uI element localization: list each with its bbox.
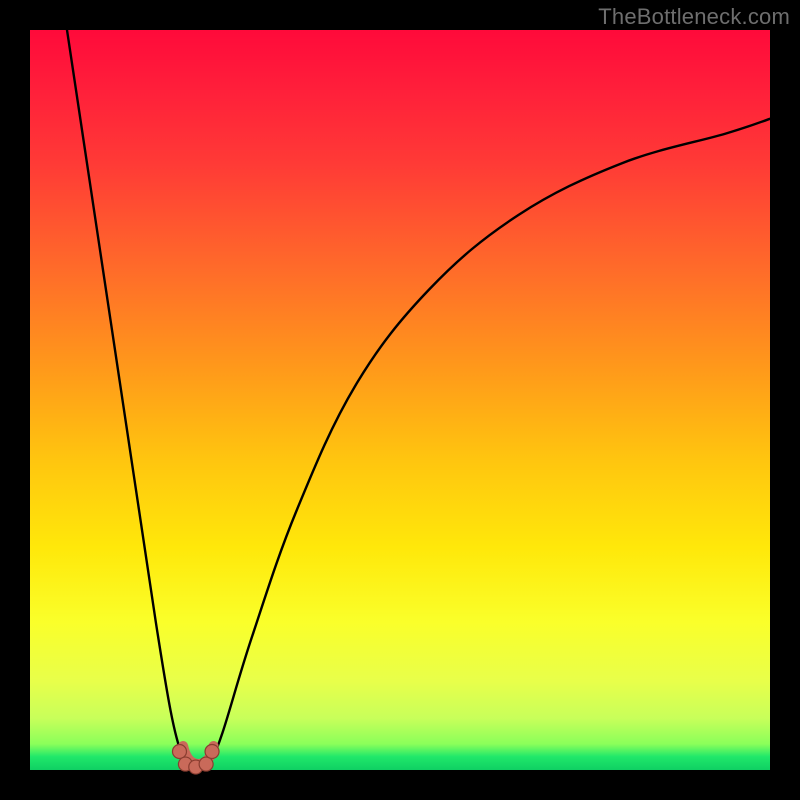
watermark-text: TheBottleneck.com [598, 4, 790, 30]
outer-frame: TheBottleneck.com [0, 0, 800, 800]
marker-dot [205, 745, 219, 759]
bottleneck-curve [67, 30, 770, 770]
left-branch [67, 30, 189, 770]
curve-layer [30, 30, 770, 770]
plot-area [30, 30, 770, 770]
right-branch [208, 119, 770, 770]
marker-dot [199, 757, 213, 771]
marker-dot [172, 745, 186, 759]
